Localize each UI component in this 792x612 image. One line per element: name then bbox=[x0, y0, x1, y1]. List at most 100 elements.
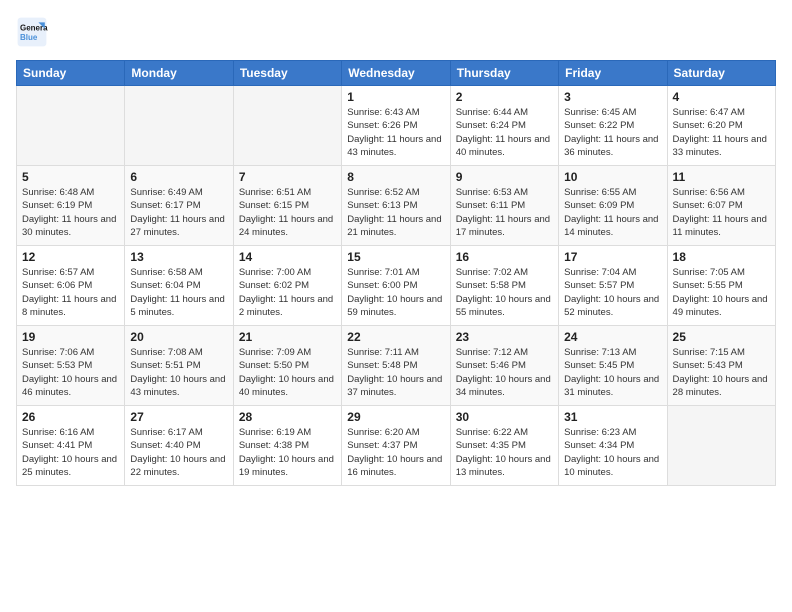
calendar-cell: 21 Sunrise: 7:09 AM Sunset: 5:50 PM Dayli… bbox=[233, 326, 341, 406]
day-info: Sunrise: 7:00 AM Sunset: 6:02 PM Dayligh… bbox=[239, 266, 336, 319]
calendar-cell bbox=[667, 406, 775, 486]
day-info: Sunrise: 6:44 AM Sunset: 6:24 PM Dayligh… bbox=[456, 106, 553, 159]
calendar-table: SundayMondayTuesdayWednesdayThursdayFrid… bbox=[16, 60, 776, 486]
calendar-cell: 30 Sunrise: 6:22 AM Sunset: 4:35 PM Dayli… bbox=[450, 406, 558, 486]
day-info: Sunrise: 6:57 AM Sunset: 6:06 PM Dayligh… bbox=[22, 266, 119, 319]
calendar-day-header: Wednesday bbox=[342, 61, 450, 86]
calendar-cell: 25 Sunrise: 7:15 AM Sunset: 5:43 PM Dayli… bbox=[667, 326, 775, 406]
day-number: 20 bbox=[130, 330, 227, 344]
day-number: 23 bbox=[456, 330, 553, 344]
day-info: Sunrise: 6:58 AM Sunset: 6:04 PM Dayligh… bbox=[130, 266, 227, 319]
calendar-cell: 18 Sunrise: 7:05 AM Sunset: 5:55 PM Dayli… bbox=[667, 246, 775, 326]
page-header: General Blue bbox=[16, 16, 776, 48]
day-number: 22 bbox=[347, 330, 444, 344]
calendar-cell: 6 Sunrise: 6:49 AM Sunset: 6:17 PM Daylig… bbox=[125, 166, 233, 246]
day-number: 10 bbox=[564, 170, 661, 184]
day-number: 30 bbox=[456, 410, 553, 424]
calendar-day-header: Saturday bbox=[667, 61, 775, 86]
day-info: Sunrise: 7:06 AM Sunset: 5:53 PM Dayligh… bbox=[22, 346, 119, 399]
calendar-day-header: Tuesday bbox=[233, 61, 341, 86]
day-number: 12 bbox=[22, 250, 119, 264]
day-info: Sunrise: 6:23 AM Sunset: 4:34 PM Dayligh… bbox=[564, 426, 661, 479]
calendar-day-header: Thursday bbox=[450, 61, 558, 86]
calendar-week-row: 12 Sunrise: 6:57 AM Sunset: 6:06 PM Dayli… bbox=[17, 246, 776, 326]
calendar-cell: 26 Sunrise: 6:16 AM Sunset: 4:41 PM Dayli… bbox=[17, 406, 125, 486]
day-info: Sunrise: 6:49 AM Sunset: 6:17 PM Dayligh… bbox=[130, 186, 227, 239]
calendar-cell: 28Sunrise: 6:19 AM Sunset: 4:38 PM Dayli… bbox=[233, 406, 341, 486]
day-info: Sunrise: 6:17 AM Sunset: 4:40 PM Dayligh… bbox=[130, 426, 227, 479]
logo: General Blue bbox=[16, 16, 52, 48]
calendar-cell: 23 Sunrise: 7:12 AM Sunset: 5:46 PM Dayli… bbox=[450, 326, 558, 406]
calendar-cell: 24 Sunrise: 7:13 AM Sunset: 5:45 PM Dayli… bbox=[559, 326, 667, 406]
day-number: 7 bbox=[239, 170, 336, 184]
day-info: Sunrise: 7:08 AM Sunset: 5:51 PM Dayligh… bbox=[130, 346, 227, 399]
day-number: 5 bbox=[22, 170, 119, 184]
day-info: Sunrise: 7:01 AM Sunset: 6:00 PM Dayligh… bbox=[347, 266, 444, 319]
calendar-cell: 27 Sunrise: 6:17 AM Sunset: 4:40 PM Dayli… bbox=[125, 406, 233, 486]
day-info: Sunrise: 6:52 AM Sunset: 6:13 PM Dayligh… bbox=[347, 186, 444, 239]
day-info: Sunrise: 6:19 AM Sunset: 4:38 PM Dayligh… bbox=[239, 426, 336, 479]
calendar-cell: 8 Sunrise: 6:52 AM Sunset: 6:13 PM Daylig… bbox=[342, 166, 450, 246]
day-number: 27 bbox=[130, 410, 227, 424]
calendar-cell bbox=[17, 86, 125, 166]
day-info: Sunrise: 6:51 AM Sunset: 6:15 PM Dayligh… bbox=[239, 186, 336, 239]
calendar-cell: 3Sunrise: 6:45 AM Sunset: 6:22 PM Daylig… bbox=[559, 86, 667, 166]
day-number: 24 bbox=[564, 330, 661, 344]
calendar-cell: 1Sunrise: 6:43 AM Sunset: 6:26 PM Daylig… bbox=[342, 86, 450, 166]
calendar-cell: 11Sunrise: 6:56 AM Sunset: 6:07 PM Dayli… bbox=[667, 166, 775, 246]
day-info: Sunrise: 6:16 AM Sunset: 4:41 PM Dayligh… bbox=[22, 426, 119, 479]
calendar-cell: 31Sunrise: 6:23 AM Sunset: 4:34 PM Dayli… bbox=[559, 406, 667, 486]
calendar-cell: 29 Sunrise: 6:20 AM Sunset: 4:37 PM Dayli… bbox=[342, 406, 450, 486]
calendar-week-row: 5Sunrise: 6:48 AM Sunset: 6:19 PM Daylig… bbox=[17, 166, 776, 246]
calendar-cell: 7 Sunrise: 6:51 AM Sunset: 6:15 PM Daylig… bbox=[233, 166, 341, 246]
day-info: Sunrise: 6:53 AM Sunset: 6:11 PM Dayligh… bbox=[456, 186, 553, 239]
calendar-cell: 4 Sunrise: 6:47 AM Sunset: 6:20 PM Daylig… bbox=[667, 86, 775, 166]
calendar-cell: 19 Sunrise: 7:06 AM Sunset: 5:53 PM Dayli… bbox=[17, 326, 125, 406]
day-info: Sunrise: 7:15 AM Sunset: 5:43 PM Dayligh… bbox=[673, 346, 770, 399]
day-number: 1 bbox=[347, 90, 444, 104]
calendar-cell: 16Sunrise: 7:02 AM Sunset: 5:58 PM Dayli… bbox=[450, 246, 558, 326]
day-number: 9 bbox=[456, 170, 553, 184]
day-info: Sunrise: 6:47 AM Sunset: 6:20 PM Dayligh… bbox=[673, 106, 770, 159]
calendar-cell: 13 Sunrise: 6:58 AM Sunset: 6:04 PM Dayli… bbox=[125, 246, 233, 326]
day-info: Sunrise: 6:55 AM Sunset: 6:09 PM Dayligh… bbox=[564, 186, 661, 239]
day-info: Sunrise: 6:20 AM Sunset: 4:37 PM Dayligh… bbox=[347, 426, 444, 479]
calendar-day-header: Monday bbox=[125, 61, 233, 86]
calendar-cell: 15 Sunrise: 7:01 AM Sunset: 6:00 PM Dayli… bbox=[342, 246, 450, 326]
calendar-day-header: Friday bbox=[559, 61, 667, 86]
calendar-day-header: Sunday bbox=[17, 61, 125, 86]
calendar-cell: 9 Sunrise: 6:53 AM Sunset: 6:11 PM Daylig… bbox=[450, 166, 558, 246]
day-info: Sunrise: 7:02 AM Sunset: 5:58 PM Dayligh… bbox=[456, 266, 553, 319]
day-number: 14 bbox=[239, 250, 336, 264]
calendar-header-row: SundayMondayTuesdayWednesdayThursdayFrid… bbox=[17, 61, 776, 86]
day-number: 19 bbox=[22, 330, 119, 344]
day-number: 15 bbox=[347, 250, 444, 264]
day-number: 21 bbox=[239, 330, 336, 344]
day-info: Sunrise: 6:45 AM Sunset: 6:22 PM Dayligh… bbox=[564, 106, 661, 159]
day-number: 2 bbox=[456, 90, 553, 104]
day-info: Sunrise: 6:22 AM Sunset: 4:35 PM Dayligh… bbox=[456, 426, 553, 479]
calendar-cell: 5Sunrise: 6:48 AM Sunset: 6:19 PM Daylig… bbox=[17, 166, 125, 246]
day-info: Sunrise: 7:04 AM Sunset: 5:57 PM Dayligh… bbox=[564, 266, 661, 319]
day-info: Sunrise: 7:09 AM Sunset: 5:50 PM Dayligh… bbox=[239, 346, 336, 399]
day-number: 18 bbox=[673, 250, 770, 264]
day-info: Sunrise: 7:13 AM Sunset: 5:45 PM Dayligh… bbox=[564, 346, 661, 399]
calendar-cell: 22Sunrise: 7:11 AM Sunset: 5:48 PM Dayli… bbox=[342, 326, 450, 406]
day-number: 13 bbox=[130, 250, 227, 264]
day-number: 26 bbox=[22, 410, 119, 424]
day-info: Sunrise: 7:12 AM Sunset: 5:46 PM Dayligh… bbox=[456, 346, 553, 399]
calendar-cell: 14 Sunrise: 7:00 AM Sunset: 6:02 PM Dayli… bbox=[233, 246, 341, 326]
calendar-cell: 12 Sunrise: 6:57 AM Sunset: 6:06 PM Dayli… bbox=[17, 246, 125, 326]
day-number: 4 bbox=[673, 90, 770, 104]
day-number: 17 bbox=[564, 250, 661, 264]
day-number: 25 bbox=[673, 330, 770, 344]
day-info: Sunrise: 6:56 AM Sunset: 6:07 PM Dayligh… bbox=[673, 186, 770, 239]
day-number: 6 bbox=[130, 170, 227, 184]
day-number: 29 bbox=[347, 410, 444, 424]
day-info: Sunrise: 7:05 AM Sunset: 5:55 PM Dayligh… bbox=[673, 266, 770, 319]
svg-text:Blue: Blue bbox=[20, 33, 38, 42]
day-number: 8 bbox=[347, 170, 444, 184]
calendar-week-row: 26 Sunrise: 6:16 AM Sunset: 4:41 PM Dayli… bbox=[17, 406, 776, 486]
calendar-cell: 20 Sunrise: 7:08 AM Sunset: 5:51 PM Dayli… bbox=[125, 326, 233, 406]
calendar-cell: 2 Sunrise: 6:44 AM Sunset: 6:24 PM Daylig… bbox=[450, 86, 558, 166]
